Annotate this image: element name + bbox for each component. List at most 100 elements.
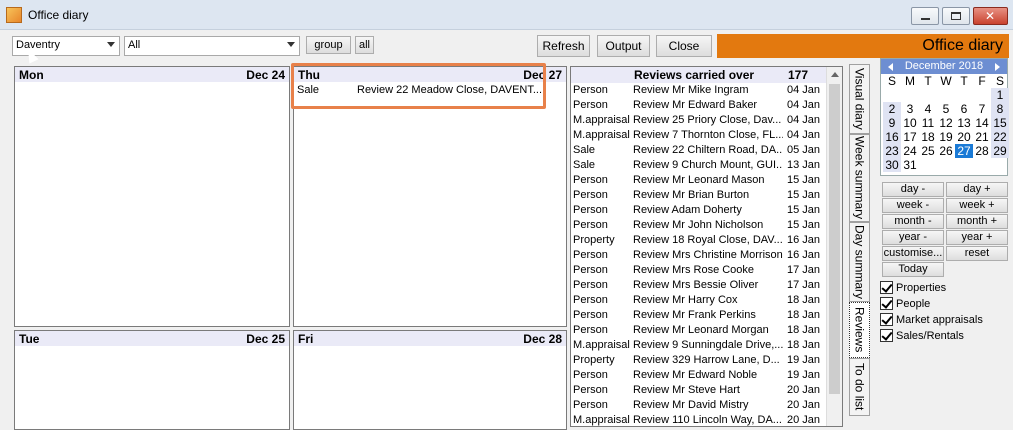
day-panel-mon[interactable]: Mon Dec 24	[14, 66, 290, 327]
checkbox-market-appraisals[interactable]: Market appraisals	[880, 312, 983, 327]
next-month-icon[interactable]	[995, 63, 1000, 71]
review-row[interactable]: Property Review 18 Royal Close, DAV... 16 …	[571, 233, 842, 248]
close-button[interactable]: Close	[656, 35, 712, 57]
week-plus-button[interactable]: week +	[946, 198, 1008, 213]
review-row[interactable]: Person Review Mr Edward Noble 19 Jan	[571, 368, 842, 383]
review-row[interactable]: Sale Review 22 Chiltern Road, DA... 05 Jan	[571, 143, 842, 158]
month-calendar[interactable]: December 2018 SMTWTFS 1 2 3 4 5 6 7 8 9 10 11 12 13 1…	[880, 58, 1009, 176]
day-panel-thu[interactable]: Thu Dec 27 Sale Review 22 Meadow Close, …	[293, 66, 567, 327]
day-panel-tue[interactable]: Tue Dec 25	[14, 330, 290, 430]
review-row[interactable]: Property Review 329 Harrow Lane, D... 19 J…	[571, 353, 842, 368]
tab-reviews[interactable]: Reviews	[849, 302, 870, 358]
maximize-button[interactable]	[942, 7, 970, 25]
calendar-day[interactable]: 5	[937, 102, 955, 116]
review-row[interactable]: Sale Review 9 Church Mount, GUI... 13 Jan	[571, 158, 842, 173]
review-row[interactable]: Person Review Mr Edward Baker 04 Jan	[571, 98, 842, 113]
review-row[interactable]: M.appraisal Review 110 Lincoln Way, DA...…	[571, 413, 842, 426]
checkbox-sales-rentals[interactable]: Sales/Rentals	[880, 328, 964, 343]
review-row[interactable]: Person Review Mr Mike Ingram 04 Jan	[571, 83, 842, 98]
review-row[interactable]: M.appraisal Review 25 Priory Close, Dav..…	[571, 113, 842, 128]
month-plus-button[interactable]: month +	[946, 214, 1008, 229]
scroll-thumb[interactable]	[829, 84, 840, 394]
calendar-day[interactable]: 4	[919, 102, 937, 116]
review-row[interactable]: Person Review Mr Harry Cox 18 Jan	[571, 293, 842, 308]
review-row[interactable]: Person Review Mr David Mistry 20 Jan	[571, 398, 842, 413]
calendar-day[interactable]: 12	[937, 116, 955, 130]
review-date: 04 Jan	[787, 84, 821, 96]
calendar-day[interactable]: 3	[901, 102, 919, 116]
review-row[interactable]: Person Review Mrs Bessie Oliver 17 Jan	[571, 278, 842, 293]
week-minus-button[interactable]: week -	[882, 198, 944, 213]
calendar-day[interactable]: 25	[919, 144, 937, 158]
day-panel-fri[interactable]: Fri Dec 28	[293, 330, 567, 430]
calendar-day[interactable]: 14	[973, 116, 991, 130]
calendar-day[interactable]: 17	[901, 130, 919, 144]
calendar-day[interactable]: 22	[991, 130, 1009, 144]
month-minus-button[interactable]: month -	[882, 214, 944, 229]
close-window-button[interactable]: ✕	[973, 7, 1008, 25]
calendar-day[interactable]: 18	[919, 130, 937, 144]
calendar-day[interactable]: 16	[883, 130, 901, 144]
calendar-day[interactable]: 10	[901, 116, 919, 130]
prev-month-icon[interactable]	[888, 63, 893, 71]
review-row[interactable]: M.appraisal Review 7 Thornton Close, FL..…	[571, 128, 842, 143]
calendar-day[interactable]: 13	[955, 116, 973, 130]
review-row[interactable]: Person Review Mr John Nicholson 15 Jan	[571, 218, 842, 233]
year-minus-button[interactable]: year -	[882, 230, 944, 245]
checkmark-icon[interactable]	[880, 313, 893, 326]
review-row[interactable]: Person Review Mr Leonard Morgan 18 Jan	[571, 323, 842, 338]
review-row[interactable]: Person Review Mr Steve Hart 20 Jan	[571, 383, 842, 398]
review-row[interactable]: Person Review Mrs Rose Cooke 17 Jan	[571, 263, 842, 278]
diary-entry[interactable]: Sale Review 22 Meadow Close, DAVENT...	[294, 82, 566, 98]
calendar-day[interactable]: 29	[991, 144, 1009, 158]
calendar-day[interactable]: 9	[883, 116, 901, 130]
calendar-day[interactable]: 1	[991, 88, 1009, 102]
calendar-day[interactable]: 6	[955, 102, 973, 116]
tab-day-summary[interactable]: Day summary	[849, 222, 870, 302]
calendar-day[interactable]: 20	[955, 130, 973, 144]
output-button[interactable]: Output	[597, 35, 650, 57]
all-button[interactable]: all	[355, 36, 374, 54]
review-row[interactable]: M.appraisal Review 9 Sunningdale Drive,..…	[571, 338, 842, 353]
filter-dropdown[interactable]: All	[124, 36, 300, 56]
group-button[interactable]: group	[306, 36, 351, 54]
calendar-day[interactable]: 26	[937, 144, 955, 158]
checkbox-properties[interactable]: Properties	[880, 280, 946, 295]
day-plus-button[interactable]: day +	[946, 182, 1008, 197]
calendar-day[interactable]: 15	[991, 116, 1009, 130]
calendar-day[interactable]: 11	[919, 116, 937, 130]
review-row[interactable]: Person Review Mr Leonard Mason 15 Jan	[571, 173, 842, 188]
refresh-button[interactable]: Refresh	[537, 35, 590, 57]
calendar-day[interactable]: 31	[901, 158, 919, 172]
calendar-day[interactable]: 8	[991, 102, 1009, 116]
calendar-day[interactable]: 23	[883, 144, 901, 158]
review-type: Person	[573, 399, 608, 411]
calendar-day[interactable]: 30	[883, 158, 901, 172]
checkmark-icon[interactable]	[880, 297, 893, 310]
checkmark-icon[interactable]	[880, 329, 893, 342]
scroll-up-icon[interactable]	[831, 72, 839, 77]
minimize-button[interactable]	[911, 7, 939, 25]
calendar-day[interactable]: 7	[973, 102, 991, 116]
calendar-day[interactable]: 21	[973, 130, 991, 144]
reviews-scrollbar[interactable]	[826, 67, 842, 426]
customise-button[interactable]: customise...	[882, 246, 944, 261]
today-button[interactable]: Today	[882, 262, 944, 277]
day-minus-button[interactable]: day -	[882, 182, 944, 197]
calendar-day[interactable]: 27	[955, 144, 973, 158]
calendar-day[interactable]: 2	[883, 102, 901, 116]
calendar-day[interactable]: 28	[973, 144, 991, 158]
review-row[interactable]: Person Review Adam Doherty 15 Jan	[571, 203, 842, 218]
tab-to-do-list[interactable]: To do list	[849, 358, 870, 416]
review-row[interactable]: Person Review Mrs Christine Morrison 16 Ja…	[571, 248, 842, 263]
checkbox-people[interactable]: People	[880, 296, 930, 311]
tab-week-summary[interactable]: Week summary	[849, 134, 870, 222]
tab-visual-diary[interactable]: Visual diary	[849, 64, 870, 134]
calendar-day[interactable]: 19	[937, 130, 955, 144]
checkmark-icon[interactable]	[880, 281, 893, 294]
year-plus-button[interactable]: year +	[946, 230, 1008, 245]
calendar-day[interactable]: 24	[901, 144, 919, 158]
review-row[interactable]: Person Review Mr Frank Perkins 18 Jan	[571, 308, 842, 323]
review-row[interactable]: Person Review Mr Brian Burton 15 Jan	[571, 188, 842, 203]
reset-button[interactable]: reset	[946, 246, 1008, 261]
